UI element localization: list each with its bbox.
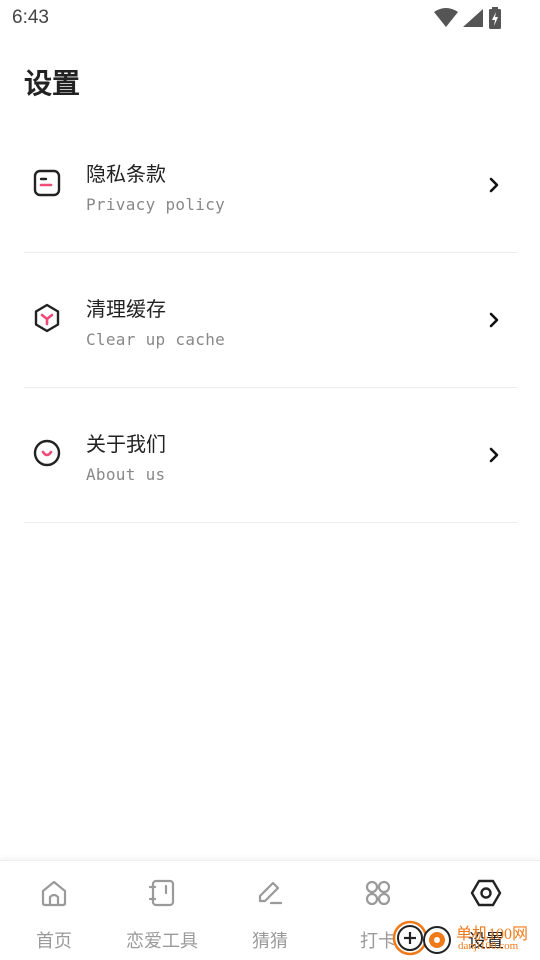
watermark-logo-icon	[392, 920, 451, 956]
watermark: 单机100网 danji100.com	[392, 916, 540, 960]
nav-item-love-tools[interactable]: 恋爱工具	[108, 861, 216, 960]
settings-hexagon-icon	[470, 879, 502, 907]
item-title: 关于我们	[86, 432, 166, 456]
chevron-right-icon	[489, 312, 499, 328]
about-smile-icon	[33, 439, 61, 467]
notebook-icon	[148, 879, 175, 907]
pencil-icon	[258, 881, 283, 905]
status-icons	[434, 7, 502, 29]
item-title: 清理缓存	[86, 297, 166, 321]
settings-item-privacy-policy[interactable]: 隐私条款 Privacy policy	[24, 118, 517, 253]
status-time: 6:43	[12, 7, 49, 28]
settings-item-clear-cache[interactable]: 清理缓存 Clear up cache	[24, 253, 517, 388]
item-subtitle: Privacy policy	[86, 195, 226, 214]
wifi-icon	[434, 8, 458, 27]
privacy-document-icon	[33, 169, 61, 197]
chevron-right-icon	[489, 177, 499, 193]
cache-cube-icon	[34, 303, 60, 333]
settings-item-about-us[interactable]: 关于我们 About us	[24, 388, 517, 523]
nav-item-guess[interactable]: 猜猜	[216, 861, 324, 960]
signal-icon	[463, 9, 483, 27]
home-icon	[41, 880, 67, 907]
item-subtitle: About us	[86, 465, 166, 484]
grid-icon	[365, 880, 391, 906]
watermark-subtext: danji100.com	[458, 940, 519, 952]
settings-list: 隐私条款 Privacy policy 清理缓存 Clear up cache …	[24, 118, 517, 523]
battery-charging-icon	[489, 7, 501, 29]
nav-label: 恋爱工具	[126, 931, 198, 952]
nav-label: 首页	[36, 931, 72, 952]
item-subtitle: Clear up cache	[86, 330, 226, 349]
nav-label: 猜猜	[252, 931, 288, 952]
page-title: 设置	[24, 67, 81, 100]
status-bar: 6:43	[0, 0, 540, 36]
chevron-right-icon	[489, 447, 499, 463]
item-title: 隐私条款	[86, 162, 166, 186]
nav-item-home[interactable]: 首页	[0, 861, 108, 960]
